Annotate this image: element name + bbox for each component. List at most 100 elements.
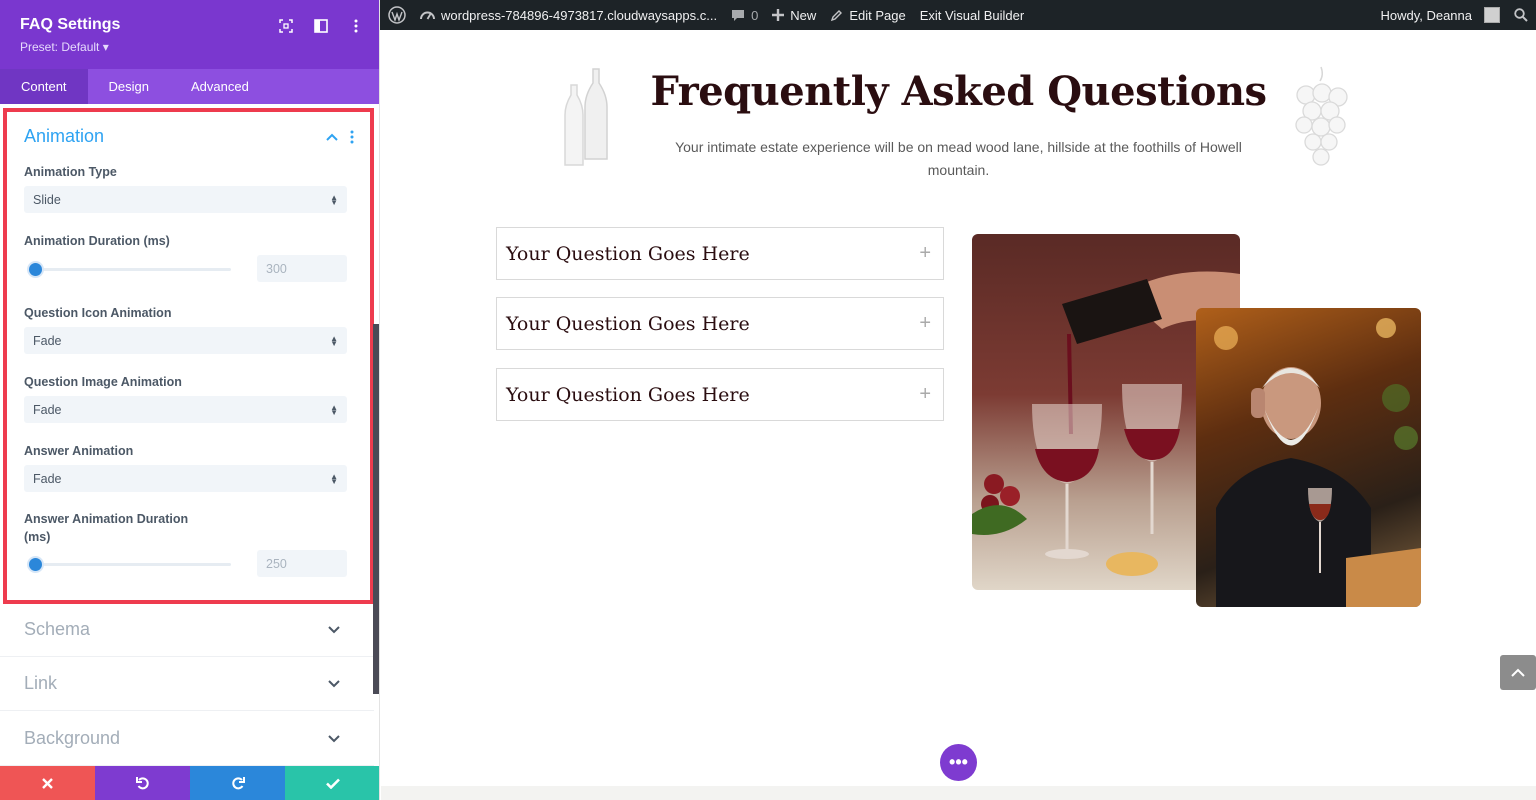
- faq-question-item[interactable]: Your Question Goes Here +: [496, 297, 944, 350]
- man-with-wine-photo: [1196, 308, 1421, 607]
- animation-section-header[interactable]: Animation: [24, 126, 354, 147]
- section-schema[interactable]: Schema: [0, 603, 374, 657]
- answer-animation-label: Answer Animation: [24, 444, 134, 458]
- checkmark-icon: [325, 778, 340, 789]
- panel-footer: [0, 766, 379, 800]
- header-icons: [278, 18, 363, 33]
- undo-button[interactable]: [95, 766, 190, 800]
- faq-question-text: Your Question Goes Here: [506, 383, 750, 406]
- builder-options-button[interactable]: •••: [940, 744, 977, 781]
- tab-advanced[interactable]: Advanced: [170, 69, 270, 104]
- section-background[interactable]: Background: [0, 712, 374, 766]
- dashboard-icon: [420, 11, 435, 19]
- faq-question-item[interactable]: Your Question Goes Here +: [496, 368, 944, 421]
- site-name: wordpress-784896-4973817.cloudwaysapps.c…: [441, 7, 718, 23]
- question-icon-animation-select[interactable]: Fade ▲ ▼: [24, 327, 347, 354]
- wordpress-icon: [388, 6, 406, 24]
- save-button[interactable]: [285, 766, 379, 800]
- chevron-down-icon: [328, 679, 340, 687]
- question-image-animation-label: Question Image Animation: [24, 375, 182, 389]
- animation-duration-label: Animation Duration (ms): [24, 234, 170, 248]
- wp-admin-bar: wordpress-784896-4973817.cloudwaysapps.c…: [380, 0, 1536, 30]
- new-content-link[interactable]: New: [772, 0, 816, 30]
- animation-type-label: Animation Type: [24, 165, 117, 179]
- animation-duration-slider[interactable]: [29, 263, 231, 276]
- faq-title: Frequently Asked Questions: [650, 68, 1267, 115]
- animation-type-select[interactable]: Slide ▲ ▼: [24, 186, 347, 213]
- chevron-up-icon: [1511, 668, 1525, 677]
- preset-dropdown[interactable]: Preset: Default ▾: [20, 40, 109, 54]
- more-options-icon[interactable]: [348, 18, 363, 33]
- section-schema-label: Schema: [24, 619, 91, 639]
- panel-scrollbar[interactable]: [373, 324, 379, 694]
- answer-animation-value: Fade: [33, 471, 62, 486]
- comments-link[interactable]: 0: [731, 0, 758, 30]
- select-arrows-icon: ▲ ▼: [330, 333, 338, 348]
- select-arrows-icon: ▲ ▼: [330, 471, 338, 486]
- tab-content[interactable]: Content: [0, 69, 88, 104]
- section-background-label: Background: [24, 728, 121, 748]
- question-icon-animation-label: Question Icon Animation: [24, 306, 172, 320]
- scroll-to-top-button[interactable]: [1500, 655, 1536, 690]
- man-with-wine-illustration: [1214, 318, 1421, 607]
- faq-question-text: Your Question Goes Here: [506, 242, 750, 265]
- search-icon: [1514, 8, 1528, 22]
- chevron-up-icon[interactable]: [326, 133, 338, 141]
- plus-icon[interactable]: +: [919, 383, 931, 406]
- discard-button[interactable]: [0, 766, 95, 800]
- animation-section-title: Animation: [24, 126, 105, 146]
- expand-icon[interactable]: [278, 18, 293, 33]
- slider-handle[interactable]: [29, 263, 42, 276]
- chevron-down-icon: [328, 734, 340, 742]
- wordpress-logo-button[interactable]: [388, 0, 406, 30]
- select-arrows-icon: ▲ ▼: [330, 402, 338, 417]
- answer-animation-duration-label-unit: (ms): [24, 530, 51, 544]
- comments-count: 0: [751, 7, 759, 23]
- slider-handle[interactable]: [29, 558, 42, 571]
- tab-design[interactable]: Design: [88, 69, 170, 104]
- question-image-animation-value: Fade: [33, 402, 62, 417]
- panel-header: FAQ Settings Preset: Default ▾: [0, 0, 379, 69]
- chevron-down-icon: [328, 625, 340, 633]
- select-arrows-icon: ▲ ▼: [330, 192, 338, 207]
- avatar: [1484, 7, 1500, 23]
- settings-panel: FAQ Settings Preset: Default ▾ Content D…: [0, 0, 380, 800]
- page-bottom-strip: [381, 786, 1536, 800]
- question-image-animation-select[interactable]: Fade ▲ ▼: [24, 396, 347, 423]
- new-label: New: [790, 7, 817, 23]
- edit-page-link[interactable]: Edit Page: [830, 0, 906, 30]
- settings-scroll-area: Animation Animation Type Slide ▲ ▼ Animat…: [0, 104, 379, 766]
- account-menu[interactable]: Howdy, Deanna: [1380, 0, 1500, 30]
- section-link[interactable]: Link: [0, 657, 374, 711]
- animation-section: Animation Animation Type Slide ▲ ▼ Animat…: [3, 108, 374, 604]
- section-link-label: Link: [24, 673, 58, 693]
- faq-subtitle: Your intimate estate experience will be …: [675, 139, 1242, 178]
- animation-type-value: Slide: [33, 192, 61, 207]
- page-preview: Frequently Asked Questions Your intimate…: [381, 30, 1536, 800]
- close-icon: [42, 777, 53, 789]
- redo-button[interactable]: [190, 766, 285, 800]
- edit-page-label: Edit Page: [849, 7, 906, 23]
- animation-duration-input[interactable]: 300: [257, 255, 347, 282]
- plus-icon[interactable]: +: [919, 312, 931, 335]
- faq-question-item[interactable]: Your Question Goes Here +: [496, 227, 944, 280]
- site-name-link[interactable]: wordpress-784896-4973817.cloudwaysapps.c…: [420, 0, 717, 30]
- plus-icon[interactable]: +: [919, 242, 931, 265]
- exit-visual-builder-link[interactable]: Exit Visual Builder: [920, 0, 1025, 30]
- question-icon-animation-value: Fade: [33, 333, 62, 348]
- pencil-icon: [831, 9, 843, 21]
- answer-animation-duration-label: Answer Animation Duration: [24, 512, 189, 526]
- undo-icon: [135, 777, 149, 790]
- howdy-label: Howdy, Deanna: [1380, 7, 1472, 23]
- kebab-menu-icon[interactable]: [350, 130, 354, 144]
- answer-animation-duration-input[interactable]: 250: [257, 550, 347, 577]
- redo-icon: [231, 777, 245, 790]
- search-button[interactable]: [1514, 0, 1528, 30]
- split-view-icon[interactable]: [313, 18, 328, 33]
- answer-animation-duration-slider[interactable]: [29, 558, 231, 571]
- settings-tabs: Content Design Advanced: [0, 69, 379, 104]
- plus-icon: [772, 9, 785, 21]
- faq-question-text: Your Question Goes Here: [506, 312, 750, 335]
- comment-icon: [732, 9, 745, 21]
- answer-animation-select[interactable]: Fade ▲ ▼: [24, 465, 347, 492]
